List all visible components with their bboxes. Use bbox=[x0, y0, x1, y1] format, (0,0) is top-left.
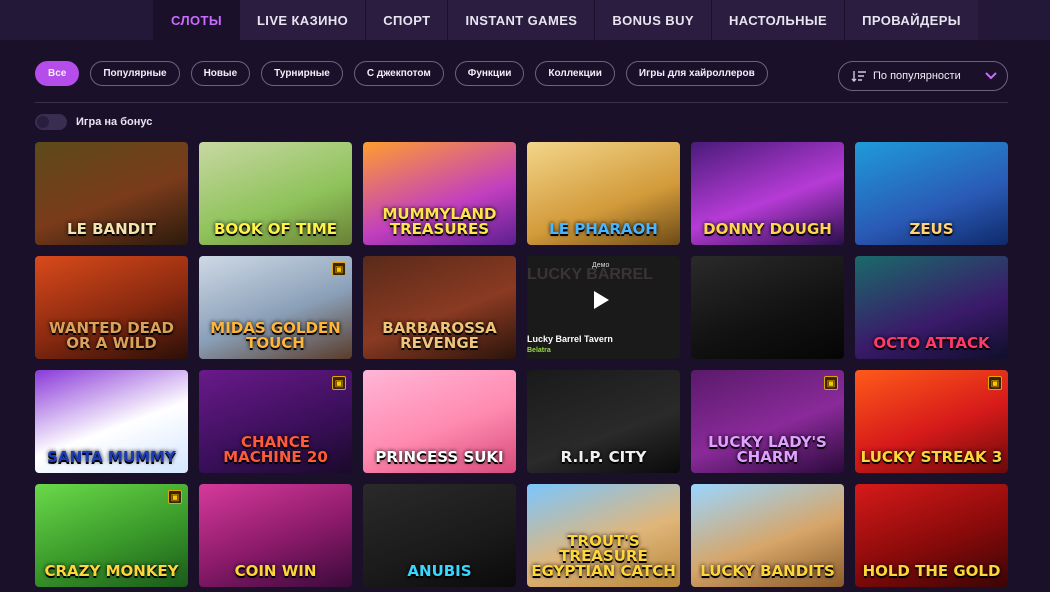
tab-6[interactable]: ПРОВАЙДЕРЫ bbox=[844, 0, 978, 40]
game-card[interactable]: LUCKY LADY'S CHARM ▣ bbox=[691, 370, 844, 473]
game-card[interactable]: CRAZY MONKEY ▣ bbox=[35, 484, 188, 587]
bonus-toggle[interactable] bbox=[35, 114, 67, 130]
game-name: Lucky Barrel Tavern bbox=[527, 334, 613, 344]
sort-dropdown[interactable]: По популярности bbox=[838, 61, 1008, 91]
game-title: BOOK OF TIME bbox=[214, 220, 337, 238]
filter-chip[interactable]: Функции bbox=[454, 61, 525, 86]
game-title: ZEUS bbox=[909, 220, 954, 238]
game-title: CRAZY MONKEY bbox=[44, 562, 179, 580]
game-card[interactable]: DONNY DOUGH bbox=[691, 142, 844, 245]
game-title: R.I.P. CITY bbox=[560, 448, 647, 466]
game-title: LUCKY LADY'S CHARM bbox=[708, 433, 827, 466]
game-title: MIDAS GOLDEN TOUCH bbox=[210, 319, 341, 352]
game-card[interactable]: LUCKY STREAK 3 ▣ bbox=[855, 370, 1008, 473]
game-card[interactable]: PRINCESS SUKI bbox=[363, 370, 516, 473]
game-card[interactable]: MUMMYLAND TREASURES bbox=[363, 142, 516, 245]
game-title: MUMMYLAND TREASURES bbox=[382, 205, 497, 238]
filter-chip[interactable]: Популярные bbox=[90, 61, 180, 86]
game-title bbox=[764, 351, 772, 359]
category-tabs: СЛОТЫ LIVE КАЗИНО СПОРТ INSTANT GAMES BONUS … bbox=[153, 0, 978, 40]
tab-3[interactable]: INSTANT GAMES bbox=[447, 0, 595, 40]
gift-icon: ▣ bbox=[824, 376, 838, 390]
game-title: LE PHARAOH bbox=[549, 220, 658, 238]
tab-0[interactable]: СЛОТЫ bbox=[153, 0, 239, 40]
game-card[interactable]: BARBAROSSA REVENGE bbox=[363, 256, 516, 359]
game-card[interactable]: TROUT'S TREASURE EGYPTIAN CATCH bbox=[527, 484, 680, 587]
game-title: BARBAROSSA REVENGE bbox=[382, 319, 497, 352]
game-title: OCTO ATTACK bbox=[873, 334, 990, 352]
filter-chip[interactable]: Игры для хайроллеров bbox=[625, 61, 768, 86]
game-title: LUCKY STREAK 3 bbox=[860, 448, 1003, 466]
game-card[interactable]: HOLD THE GOLD bbox=[855, 484, 1008, 587]
gift-icon: ▣ bbox=[168, 490, 182, 504]
filter-chip[interactable]: Турнирные bbox=[261, 61, 343, 86]
game-card[interactable]: LE PHARAOH bbox=[527, 142, 680, 245]
filter-chips: Все Популярные Новые Турнирные С джекпотом Фу… bbox=[35, 61, 768, 86]
game-title: SANTA MUMMY bbox=[47, 448, 176, 466]
divider bbox=[35, 102, 1008, 103]
filter-chip[interactable]: Новые bbox=[190, 61, 251, 86]
game-title: WANTED DEAD OR A WILD bbox=[49, 319, 174, 352]
bonus-toggle-label: Игра на бонус bbox=[76, 116, 153, 128]
top-navigation: СЛОТЫ LIVE КАЗИНО СПОРТ INSTANT GAMES BONUS … bbox=[0, 0, 1050, 40]
sort-label: По популярности bbox=[873, 70, 961, 82]
game-provider: Belatra bbox=[527, 347, 551, 354]
game-card[interactable]: OCTO ATTACK bbox=[855, 256, 1008, 359]
bonus-filter: Игра на бонус bbox=[35, 114, 152, 130]
game-title: TROUT'S TREASURE EGYPTIAN CATCH bbox=[531, 532, 676, 580]
game-card[interactable] bbox=[691, 256, 844, 359]
game-card[interactable]: WANTED DEAD OR A WILD bbox=[35, 256, 188, 359]
game-title: ANUBIS bbox=[407, 562, 472, 580]
game-card[interactable]: CHANCE MACHINE 20 ▣ bbox=[199, 370, 352, 473]
game-grid: LE BANDIT BOOK OF TIME MUMMYLAND TREASURES… bbox=[35, 142, 1008, 587]
gift-icon: ▣ bbox=[332, 262, 346, 276]
game-card[interactable]: COIN WIN bbox=[199, 484, 352, 587]
game-card[interactable]: SANTA MUMMY bbox=[35, 370, 188, 473]
game-title: LUCKY BANDITS bbox=[700, 562, 835, 580]
game-card[interactable]: MIDAS GOLDEN TOUCH ▣ bbox=[199, 256, 352, 359]
game-card[interactable]: ANUBIS bbox=[363, 484, 516, 587]
game-card[interactable]: R.I.P. CITY bbox=[527, 370, 680, 473]
game-card[interactable]: ZEUS bbox=[855, 142, 1008, 245]
filter-chip[interactable]: Все bbox=[35, 61, 80, 86]
tab-4[interactable]: BONUS BUY bbox=[594, 0, 711, 40]
tab-1[interactable]: LIVE КАЗИНО bbox=[238, 0, 366, 40]
filter-chip[interactable]: Коллекции bbox=[535, 61, 615, 86]
game-title: LE BANDIT bbox=[67, 220, 156, 238]
game-card[interactable]: LUCKY BANDITS bbox=[691, 484, 844, 587]
game-title: DONNY DOUGH bbox=[703, 220, 832, 238]
tab-5[interactable]: НАСТОЛЬНЫЕ bbox=[710, 0, 845, 40]
game-title: PRINCESS SUKI bbox=[375, 448, 504, 466]
game-card[interactable]: LE BANDIT bbox=[35, 142, 188, 245]
game-title: CHANCE MACHINE 20 bbox=[223, 433, 328, 466]
game-card-hovered[interactable]: LUCKY BARREL Демо Lucky Barrel Tavern Belat… bbox=[527, 256, 680, 359]
gift-icon: ▣ bbox=[332, 376, 346, 390]
game-title: HOLD THE GOLD bbox=[862, 562, 1001, 580]
tab-2[interactable]: СПОРТ bbox=[365, 0, 448, 40]
chevron-down-icon bbox=[985, 72, 997, 80]
game-artwork-text: LUCKY BARREL bbox=[527, 266, 653, 283]
gift-icon: ▣ bbox=[988, 376, 1002, 390]
filter-chip[interactable]: С джекпотом bbox=[353, 61, 444, 86]
game-card[interactable]: BOOK OF TIME bbox=[199, 142, 352, 245]
game-title: COIN WIN bbox=[234, 562, 317, 580]
sort-icon bbox=[851, 71, 866, 82]
demo-link[interactable]: Демо bbox=[592, 262, 609, 269]
play-icon[interactable] bbox=[594, 291, 609, 309]
